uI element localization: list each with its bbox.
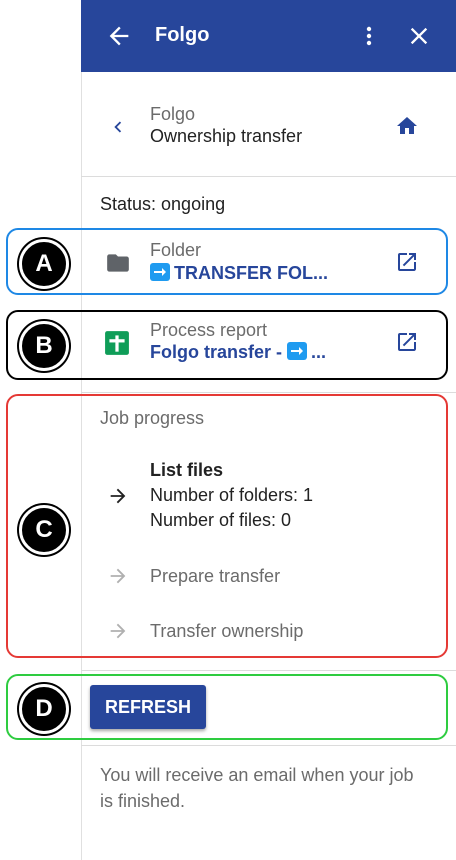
job-progress-label: Job progress — [100, 408, 205, 428]
folder-label: Folder — [150, 240, 202, 260]
step-detail: Number of folders: 1 — [150, 485, 314, 505]
page-title: Ownership transfer — [150, 126, 303, 146]
arrow-right-icon — [287, 342, 308, 360]
app-header: Folgo — [81, 0, 456, 72]
sheets-icon — [105, 331, 129, 355]
arrow-right-icon — [110, 568, 126, 584]
callout-box-d — [6, 674, 448, 740]
nav-row: Folgo Ownership transfer — [81, 96, 456, 176]
folder-value: TRANSFER FOL... — [174, 263, 328, 283]
divider — [81, 392, 456, 393]
callout-box-a — [6, 228, 448, 295]
report-value-suffix: ... — [311, 342, 327, 362]
folder-icon — [107, 254, 129, 272]
callout-badge-b: B — [19, 321, 69, 371]
callout-badge-a: A — [19, 239, 69, 289]
callout-badge-d: D — [19, 684, 69, 734]
arrow-right-icon — [150, 263, 170, 281]
step-title: Transfer ownership — [150, 621, 304, 641]
open-in-new-icon[interactable] — [395, 330, 419, 354]
divider — [81, 176, 456, 177]
step-title: List files — [150, 460, 224, 480]
open-in-new-icon[interactable] — [395, 250, 419, 274]
breadcrumb-parent: Folgo — [150, 104, 196, 124]
divider — [81, 670, 456, 671]
folder-link[interactable]: TRANSFER FOL... — [150, 263, 328, 284]
footer-note: You will receive an email when your job … — [100, 765, 414, 811]
step-detail: Number of files: 0 — [150, 510, 292, 530]
report-link[interactable]: Folgo transfer - ... — [150, 342, 326, 363]
callout-badge-c: C — [19, 505, 69, 555]
step-title: Prepare transfer — [150, 566, 281, 586]
more-vert-icon[interactable] — [357, 22, 381, 50]
report-label: Process report — [150, 320, 268, 340]
home-icon[interactable] — [395, 114, 419, 138]
close-icon[interactable] — [405, 22, 433, 50]
refresh-button[interactable]: REFRESH — [90, 685, 206, 729]
divider — [81, 745, 456, 746]
report-value-prefix: Folgo transfer - — [150, 342, 288, 362]
arrow-left-icon[interactable] — [105, 22, 133, 50]
status-text: Status: ongoing — [100, 194, 226, 214]
arrow-right-icon — [110, 623, 126, 639]
app-title: Folgo — [155, 24, 210, 46]
chevron-left-icon[interactable] — [107, 116, 129, 138]
arrow-right-icon — [110, 488, 126, 504]
